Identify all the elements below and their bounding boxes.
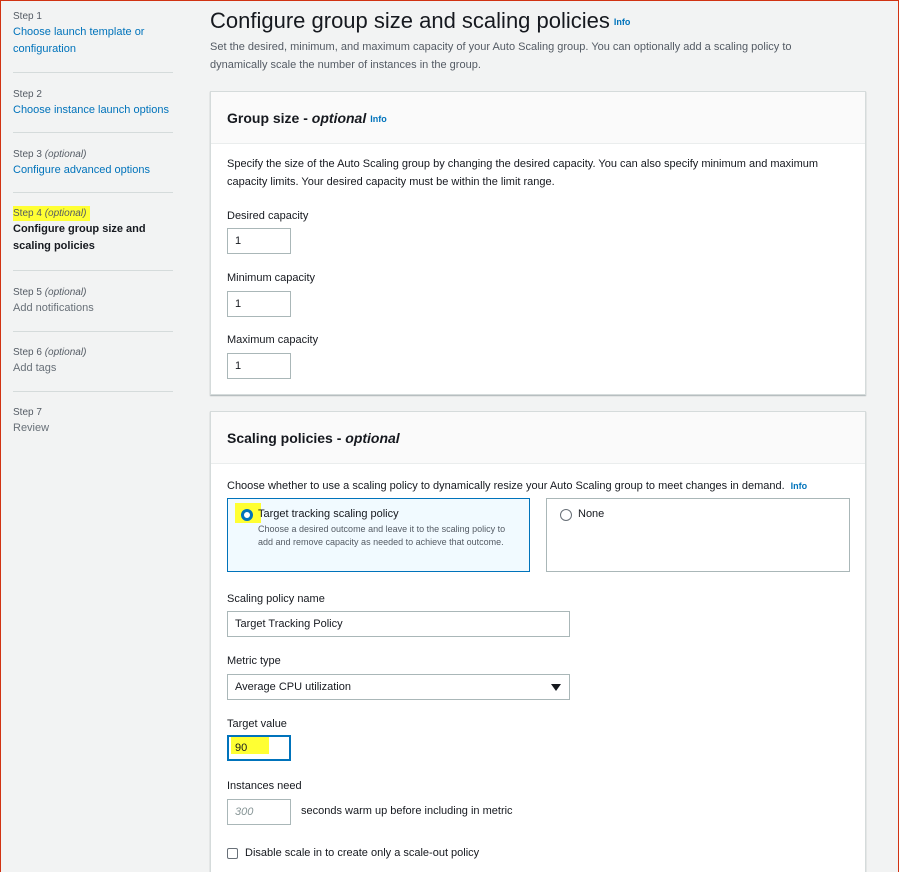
step-number: Step 5 (optional) [13, 286, 173, 300]
metric-type-value: Average CPU utilization [235, 681, 351, 693]
target-tracking-option[interactable]: Target tracking scaling policy Choose a … [227, 498, 530, 572]
minimum-capacity-label: Minimum capacity [227, 272, 316, 284]
step-7-title: Review [13, 422, 50, 434]
page-title-text: Configure group size and scaling policie… [210, 8, 610, 33]
step-divider [13, 192, 173, 193]
group-size-panel: Group size - optional Info Specify the si… [210, 91, 866, 395]
step-3-link[interactable]: Configure advanced options [13, 162, 173, 179]
step-5: Step 5 (optional) Add notifications [13, 286, 173, 332]
target-tracking-title: Target tracking scaling policy [258, 508, 399, 520]
step-divider [13, 270, 173, 271]
step-number-text: Step 6 [13, 347, 42, 358]
warmup-suffix: seconds warm up before including in metr… [301, 805, 513, 817]
metric-type-select[interactable]: Average CPU utilization [227, 674, 570, 700]
step-optional: (optional) [44, 208, 87, 219]
metric-type-label: Metric type [227, 655, 281, 667]
step-number: Step 3 (optional) [13, 148, 173, 162]
maximum-capacity-label: Maximum capacity [227, 334, 319, 346]
step-number-text: Step 4 [13, 208, 42, 219]
page-info-link[interactable]: Info [614, 17, 631, 27]
step-optional: (optional) [44, 287, 87, 298]
step-number: Step 4 (optional) [13, 206, 173, 221]
scaling-policies-title: Scaling policies - optional [227, 430, 400, 446]
maximum-capacity-input[interactable]: 1 [227, 353, 291, 379]
instances-need-label: Instances need [227, 780, 302, 792]
step-number: Step 1 [13, 11, 42, 22]
policy-name-input[interactable]: Target Tracking Policy [227, 611, 570, 637]
group-size-header: Group size - optional Info [211, 92, 865, 144]
step-6: Step 6 (optional) Add tags [13, 346, 173, 392]
step-5-title: Add notifications [13, 302, 94, 314]
step-2: Step 2 Choose instance launch options [13, 88, 173, 133]
group-size-optional: optional [311, 109, 367, 126]
step-4-title: Configure group size and scaling policie… [13, 223, 146, 252]
step-number-text: Step 5 [13, 287, 42, 298]
group-size-title: Group size - optional Info [227, 110, 387, 126]
scaling-info-link[interactable]: Info [791, 481, 808, 491]
target-tracking-radio[interactable] [241, 509, 253, 521]
disable-scale-in-label[interactable]: Disable scale in to create only a scale-… [245, 847, 479, 859]
group-size-description: Specify the size of the Auto Scaling gro… [227, 158, 819, 188]
page-title: Configure group size and scaling policie… [210, 8, 630, 34]
group-size-title-text: Group size - [227, 109, 312, 126]
target-value-label: Target value [227, 718, 287, 730]
none-option[interactable]: None [546, 498, 850, 572]
step-1-link[interactable]: Choose launch template or configuration [13, 24, 163, 58]
minimum-capacity-input[interactable]: 1 [227, 291, 291, 317]
step-7: Step 7 Review [13, 406, 173, 437]
step-6-title: Add tags [13, 362, 57, 374]
chevron-down-icon [551, 684, 561, 691]
none-radio[interactable] [560, 509, 572, 521]
target-tracking-description: Choose a desired outcome and leave it to… [258, 524, 506, 547]
disable-scale-in-checkbox[interactable] [227, 848, 238, 859]
desired-capacity-label: Desired capacity [227, 210, 309, 222]
page-description: Set the desired, minimum, and maximum ca… [210, 41, 792, 71]
step-optional: (optional) [44, 347, 87, 358]
step-divider [13, 391, 173, 392]
scaling-title-text: Scaling policies - [227, 429, 346, 446]
step-divider [13, 331, 173, 332]
step-divider [13, 132, 173, 133]
scaling-description: Choose whether to use a scaling policy t… [227, 477, 807, 495]
scaling-policies-header: Scaling policies - optional [211, 412, 865, 464]
step-optional: (optional) [44, 149, 87, 160]
scaling-description-text: Choose whether to use a scaling policy t… [227, 480, 785, 492]
step-number: Step 6 (optional) [13, 346, 173, 360]
target-value-input[interactable]: 90 [227, 735, 291, 761]
none-title: None [578, 508, 605, 520]
step-4-current: Step 4 (optional) Configure group size a… [13, 206, 173, 271]
step-1: Step 1 Choose launch template or configu… [13, 10, 173, 73]
step-number: Step 7 [13, 407, 42, 418]
step-divider [13, 72, 173, 73]
step-number: Step 2 [13, 89, 42, 100]
scaling-policies-panel: Scaling policies - optional Choose wheth… [210, 411, 866, 872]
desired-capacity-input[interactable]: 1 [227, 228, 291, 254]
step-3: Step 3 (optional) Configure advanced opt… [13, 148, 173, 193]
step-2-link[interactable]: Choose instance launch options [13, 102, 173, 119]
warmup-input[interactable]: 300 [227, 799, 291, 825]
group-size-info-link[interactable]: Info [370, 114, 387, 124]
scaling-optional: optional [345, 429, 400, 446]
policy-name-label: Scaling policy name [227, 593, 325, 605]
step-number-text: Step 3 [13, 149, 42, 160]
